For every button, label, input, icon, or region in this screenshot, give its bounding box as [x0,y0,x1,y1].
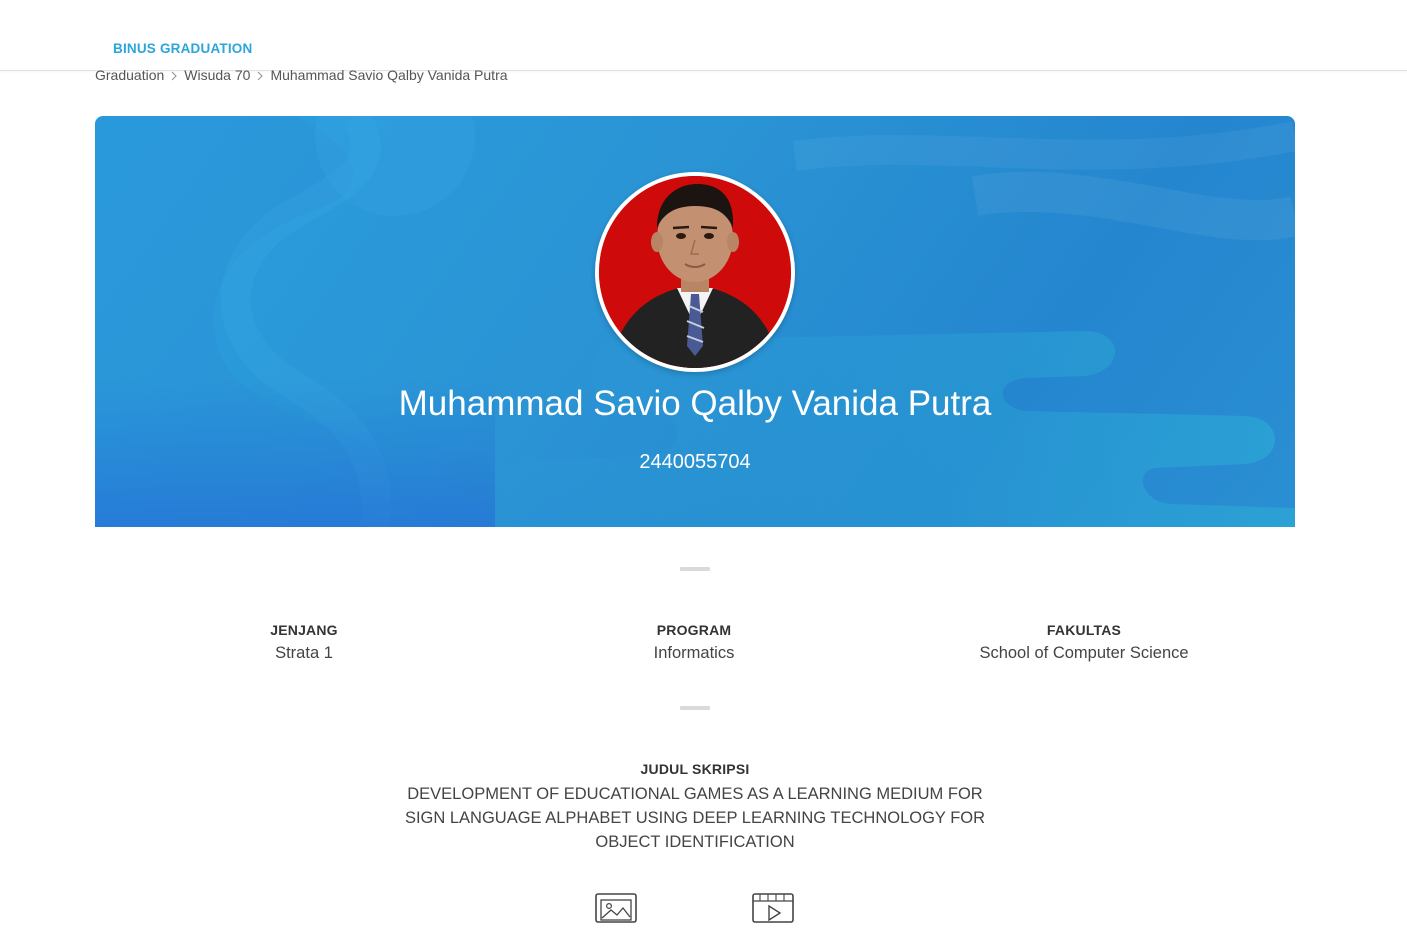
profile-hero-banner: Muhammad Savio Qalby Vanida Putra 244005… [95,116,1295,527]
graduate-name: Muhammad Savio Qalby Vanida Putra [398,384,992,423]
top-navbar: BINUS GRADUATION [0,0,1407,71]
breadcrumb-item-graduation[interactable]: Graduation [95,67,164,83]
jenjang-value: Strata 1 [275,644,333,662]
thesis-title: DEVELOPMENT OF EDUCATIONAL GAMES AS A LE… [404,785,986,851]
chevron-right-icon [250,68,270,82]
info-fakultas: FAKULTAS School of Computer Science [889,620,1279,665]
fakultas-value: School of Computer Science [979,644,1189,662]
student-id: 2440055704 [639,451,751,473]
thesis-section: JUDUL SKRIPSI DEVELOPMENT OF EDUCATIONAL… [395,759,995,854]
section-divider [680,706,710,710]
program-value: Informatics [653,644,735,662]
section-divider [680,567,710,571]
info-jenjang: JENJANG Strata 1 [109,620,499,665]
jenjang-label: JENJANG [270,622,338,638]
breadcrumb-item-current: Muhammad Savio Qalby Vanida Putra [270,67,508,83]
brand-logo-link[interactable]: BINUS GRADUATION [113,41,252,56]
info-program: PROGRAM Informatics [499,620,889,665]
program-label: PROGRAM [656,622,732,638]
avatar-frame [595,172,795,372]
fakultas-label: FAKULTAS [1046,622,1122,638]
video-player-icon[interactable] [752,893,794,923]
graduate-portrait-icon [599,176,791,368]
breadcrumb-item-wisuda[interactable]: Wisuda 70 [184,67,250,83]
chevron-right-icon [164,68,184,82]
image-gallery-icon[interactable] [595,893,637,923]
thesis-label: JUDUL SKRIPSI [640,761,750,777]
breadcrumb: Graduation Wisuda 70 Muhammad Savio Qalb… [95,67,508,83]
